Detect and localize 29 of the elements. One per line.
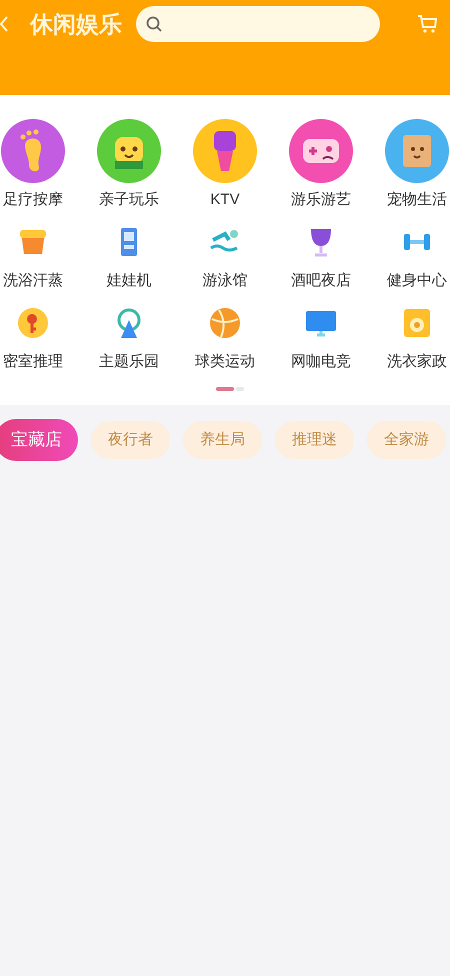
ball-icon — [209, 307, 241, 339]
cart-icon[interactable] — [417, 13, 437, 35]
category-label[interactable]: 亲子玩乐 — [99, 191, 159, 209]
category-label[interactable]: 洗浴汗蒸 — [3, 272, 63, 290]
category-label[interactable]: 网咖电竞 — [291, 353, 351, 371]
search-field[interactable] — [136, 6, 380, 42]
category-label[interactable]: 密室推理 — [3, 353, 63, 371]
category-label[interactable]: 洗衣家政 — [387, 353, 447, 371]
washing-machine-icon — [401, 307, 433, 339]
microphone-icon — [193, 119, 257, 183]
category-label[interactable]: 游乐游艺 — [291, 191, 351, 209]
search-icon — [146, 16, 163, 32]
cartoon-face-icon — [97, 119, 161, 183]
category-label[interactable]: 球类运动 — [195, 353, 255, 371]
category-label[interactable]: 健身中心 — [387, 272, 447, 290]
category-label[interactable]: 游泳馆 — [202, 272, 248, 290]
page-title: 休闲娱乐 — [30, 10, 122, 39]
tag-chip[interactable]: 宝藏店 — [0, 419, 78, 461]
category-label[interactable]: 足疗按摩 — [3, 191, 63, 209]
category-label[interactable]: 宠物生活 — [387, 191, 447, 209]
foot-icon — [1, 119, 65, 183]
category-label[interactable]: 酒吧夜店 — [291, 272, 351, 290]
category-label[interactable]: 主题乐园 — [99, 353, 159, 371]
game-controller-icon — [289, 119, 353, 183]
category-label[interactable]: 娃娃机 — [106, 272, 152, 290]
back-icon[interactable] — [0, 16, 8, 32]
key-badge-icon — [17, 307, 49, 339]
category-label[interactable]: KTV — [210, 191, 240, 209]
pet-box-icon — [385, 119, 449, 183]
